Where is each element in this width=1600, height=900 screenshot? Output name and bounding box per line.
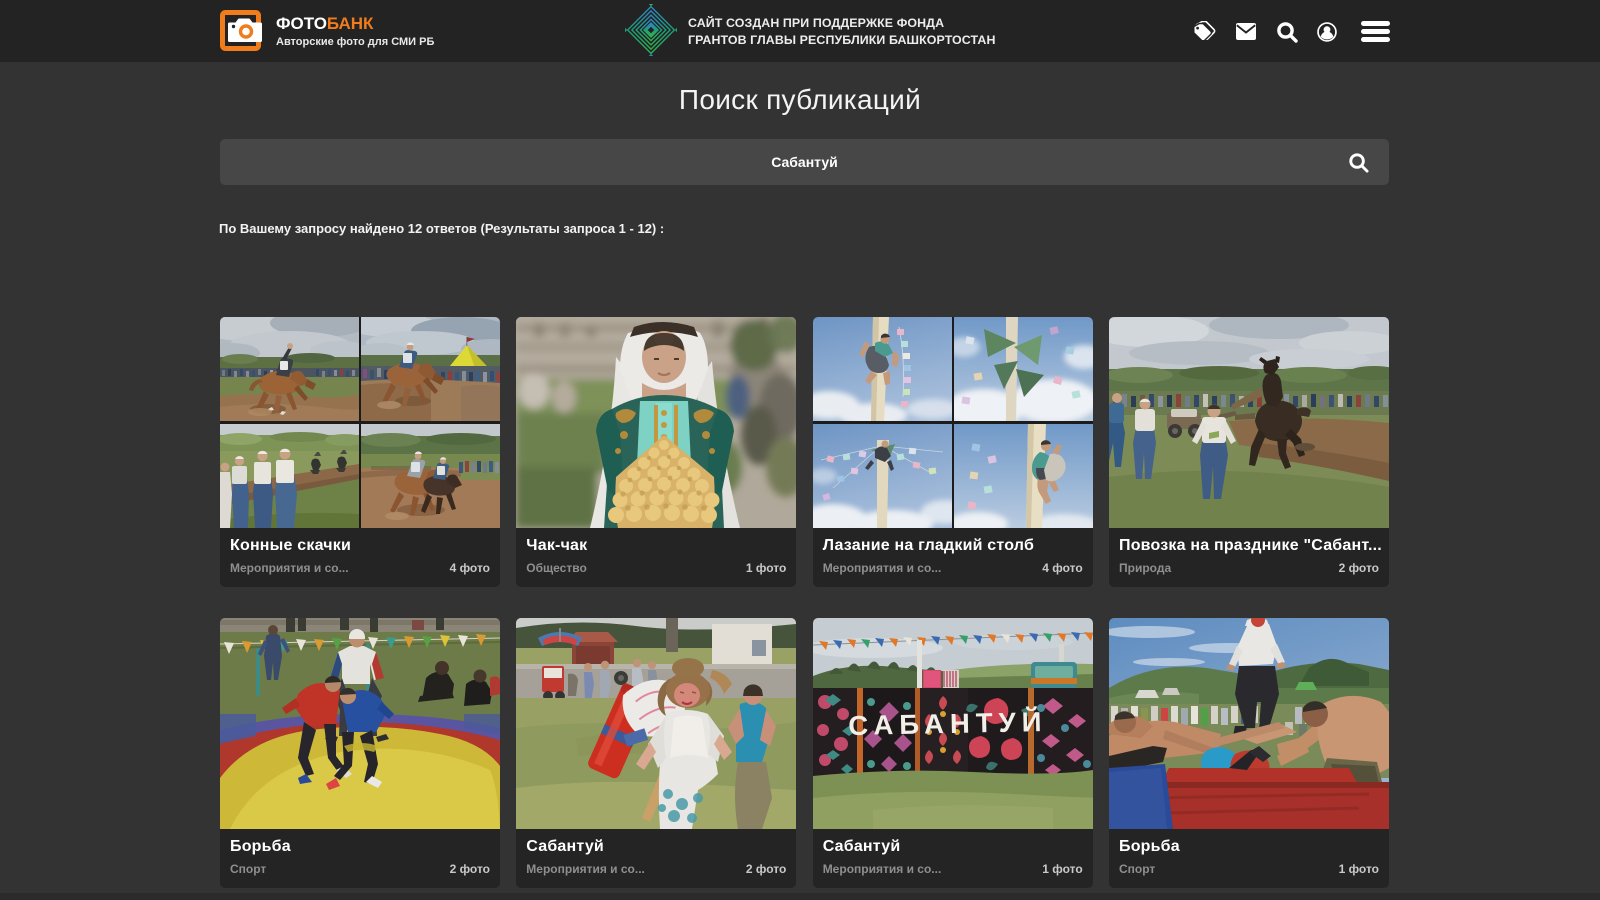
svg-text:САБАНТУЙ: САБАНТУЙ [848, 705, 1048, 740]
